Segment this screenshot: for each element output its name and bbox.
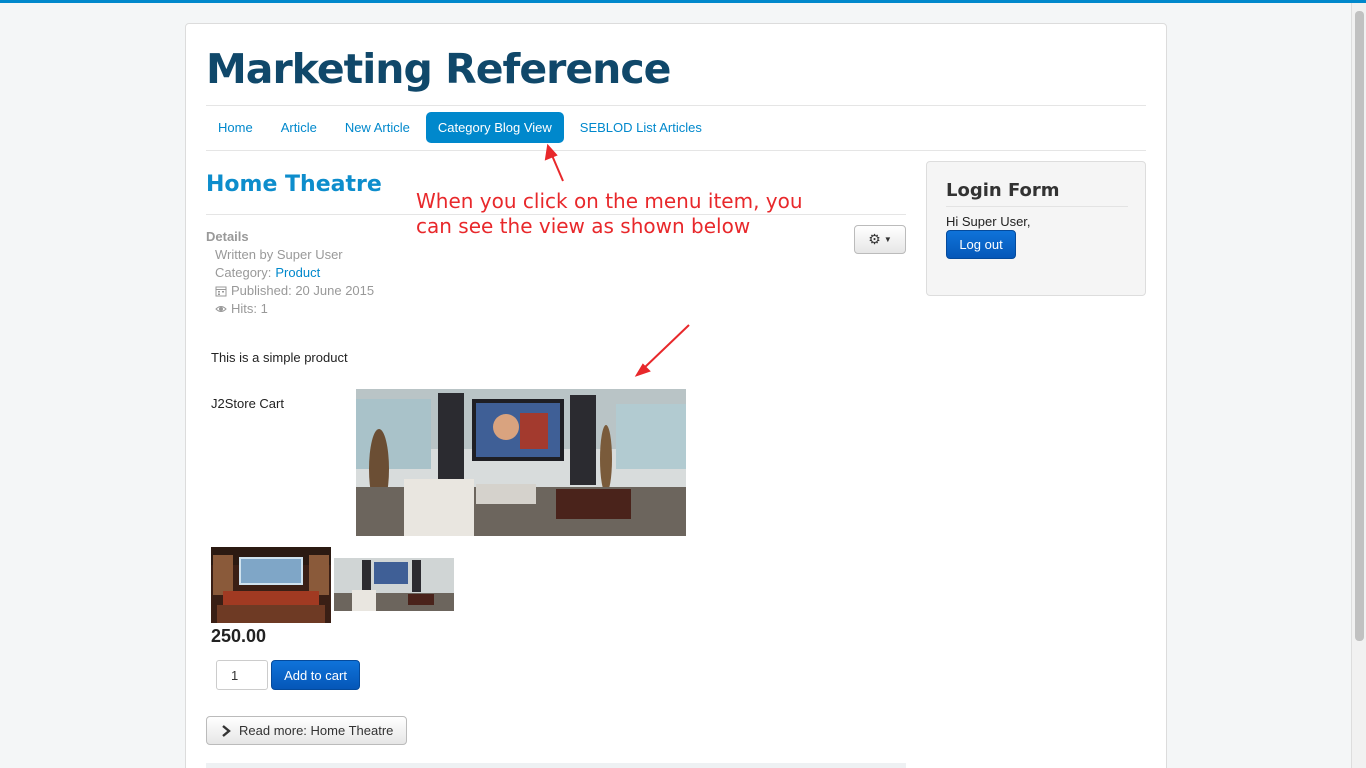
page-scrollbar[interactable] [1351,3,1366,768]
gear-icon: ⚙ [868,231,881,247]
scrollbar-thumb[interactable] [1355,11,1364,641]
hits-row: Hits: 1 [206,300,374,318]
site-title[interactable]: Marketing Reference [206,45,671,93]
product-thumbnail-1[interactable] [211,547,331,623]
category-prefix: Category: [215,265,272,280]
category-row: Category: Product [206,264,374,282]
product-main-image[interactable] [356,389,686,536]
article-title[interactable]: Home Theatre [206,172,382,197]
published-text: Published: 20 June 2015 [231,283,375,298]
product-price: 250.00 [211,626,267,646]
menu-item-seblod-list-articles[interactable]: SEBLOD List Articles [568,112,714,143]
chevron-right-icon [222,724,231,737]
annotation-line-2: can see the view as shown below [416,214,751,238]
product-thumbnail-2[interactable] [334,558,454,611]
cinema-room-image [211,547,331,623]
details-label: Details [206,229,249,244]
login-form-module: Login Form Hi Super User, Log out [926,161,1146,296]
menu-divider [206,150,1146,151]
caret-down-icon: ▼ [883,235,892,244]
main-menu: Home Article New Article Category Blog V… [206,112,714,143]
read-more-label: Read more: Home Theatre [239,723,394,738]
next-article-strip [206,763,906,768]
annotation-line-1: When you click on the menu item, you [416,189,803,213]
logout-button[interactable]: Log out [946,230,1016,259]
menu-item-new-article[interactable]: New Article [333,112,422,143]
article-intro: This is a simple product [211,350,348,365]
add-to-cart-button[interactable]: Add to cart [271,660,360,690]
calendar-icon [215,286,227,297]
hits-text: Hits: 1 [231,301,268,316]
author-text: Written by Super User [215,247,343,262]
eye-icon [215,306,227,312]
login-greeting: Hi Super User, [946,214,1031,229]
annotation-text: When you click on the menu item, you can… [416,189,856,239]
living-room-theatre-image [356,389,686,536]
header-divider [206,105,1146,106]
read-more-button[interactable]: Read more: Home Theatre [206,716,407,745]
author-row: Written by Super User [206,246,374,264]
article-options-button[interactable]: ⚙ ▼ [854,225,906,254]
cart-label: J2Store Cart [211,396,284,411]
quantity-input[interactable] [216,660,268,690]
menu-item-home[interactable]: Home [206,112,265,143]
menu-item-category-blog-view[interactable]: Category Blog View [425,112,564,143]
login-divider [946,206,1128,207]
living-room-thumbnail-image [334,558,454,611]
category-link[interactable]: Product [275,264,320,282]
published-row: Published: 20 June 2015 [206,282,374,300]
menu-item-article[interactable]: Article [269,112,329,143]
article-details: Details Written by Super User Category: … [206,228,374,318]
login-form-title: Login Form [946,180,1060,201]
